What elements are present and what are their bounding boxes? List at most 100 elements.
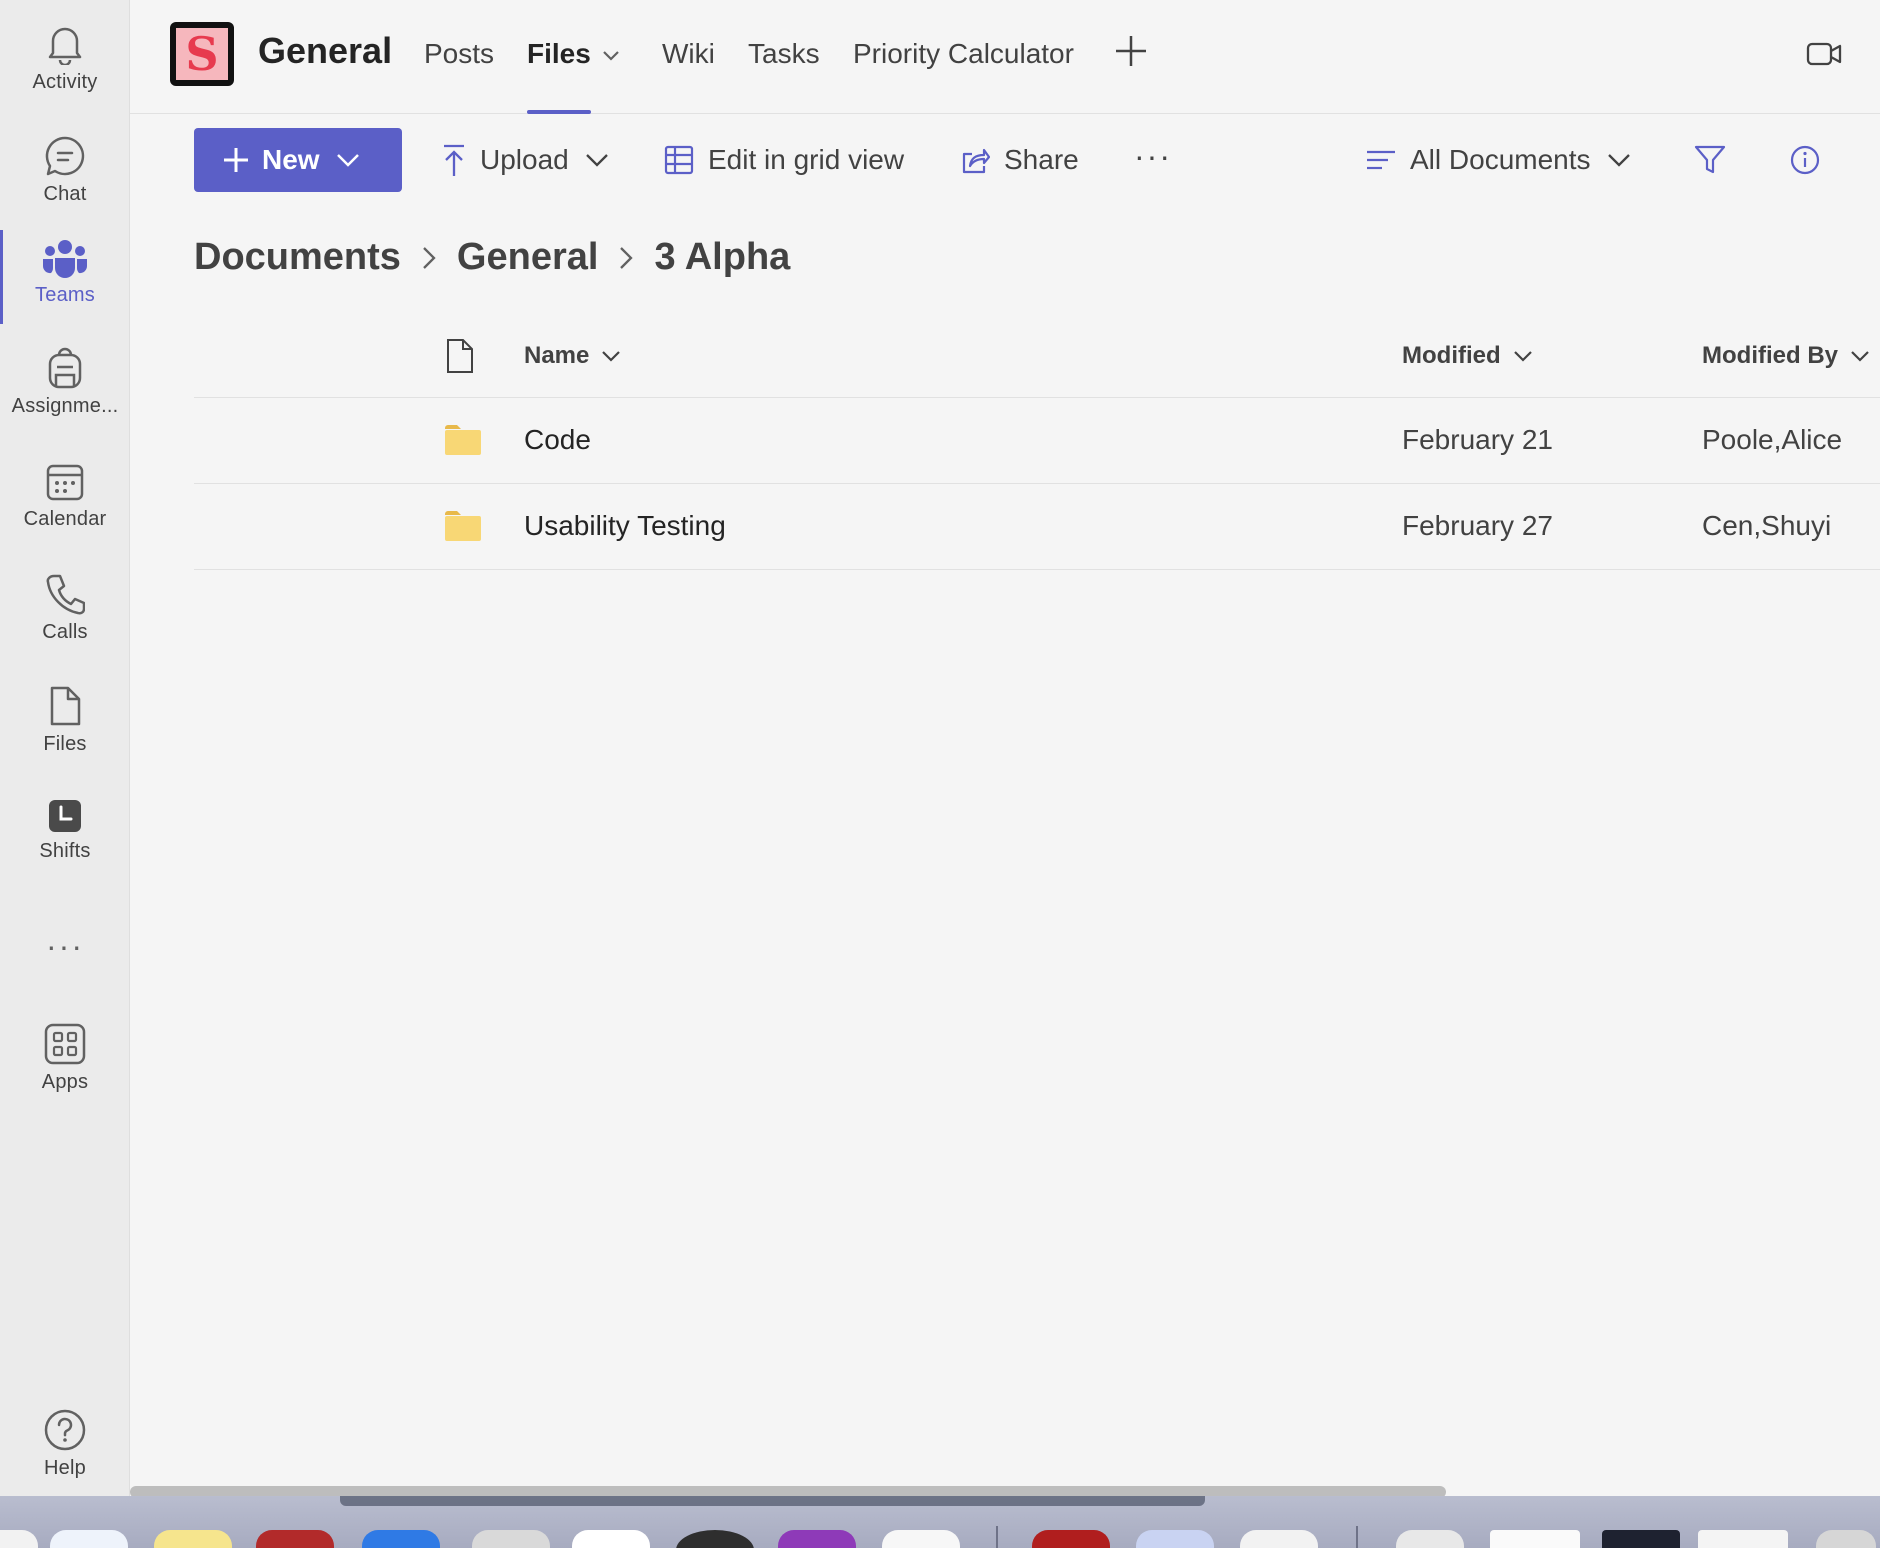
dock-separator (1356, 1526, 1358, 1548)
new-button-label: New (262, 144, 320, 175)
apps-icon (44, 1023, 86, 1064)
chevron-right-icon (620, 246, 634, 269)
rail-item-assignments[interactable]: Assignme... (0, 332, 130, 432)
rail-item-chat[interactable]: Chat (0, 120, 130, 220)
backpack-icon (48, 347, 82, 388)
tab-wiki[interactable]: Wiki (662, 38, 715, 114)
team-logo[interactable]: S (170, 22, 234, 86)
dock-app-icon[interactable] (362, 1530, 440, 1548)
rail-label: Chat (43, 182, 87, 205)
chevron-right-icon (423, 246, 436, 269)
main-area: S General Posts Files Wiki Tasks Priorit… (130, 0, 1880, 1496)
file-table: Name Modified Modified By Code February … (194, 320, 1880, 570)
dock-shelf (340, 1496, 1205, 1506)
rail-item-activity[interactable]: Activity (0, 8, 130, 108)
breadcrumb-item-documents[interactable]: Documents (194, 236, 401, 279)
dock-app-icon[interactable] (1032, 1530, 1110, 1548)
rail-label: Files (43, 732, 87, 755)
chevron-down-icon (585, 154, 608, 167)
dock-window-thumbnail[interactable] (1816, 1530, 1876, 1548)
dock-app-icon[interactable] (154, 1530, 232, 1548)
table-row[interactable]: Code February 21 Poole,Alice (194, 398, 1880, 484)
file-name[interactable]: Usability Testing (524, 510, 726, 542)
plus-icon (224, 148, 248, 172)
rail-item-files[interactable]: Files (0, 670, 130, 770)
rail-item-calendar[interactable]: Calendar (0, 446, 130, 546)
dock-app-icon[interactable] (1240, 1530, 1318, 1548)
upload-button[interactable]: Upload (442, 140, 609, 180)
edit-grid-view-button[interactable]: Edit in grid view (664, 140, 904, 180)
rail-label: Activity (32, 70, 98, 93)
column-header-modified-by[interactable]: Modified By (1702, 342, 1870, 370)
chat-icon (45, 136, 85, 175)
folder-icon (445, 511, 481, 541)
teams-icon (42, 239, 88, 278)
file-type-icon[interactable] (446, 338, 474, 374)
rail-label: Help (44, 1456, 86, 1479)
rail-label: Shifts (39, 839, 91, 862)
tab-priority-calculator[interactable]: Priority Calculator (853, 38, 1074, 114)
folder-icon (445, 425, 481, 455)
dock-window-thumbnail[interactable] (1698, 1530, 1788, 1548)
dock-app-icon[interactable] (572, 1530, 650, 1548)
dock-app-icon[interactable] (882, 1530, 960, 1548)
file-modified: February 21 (1402, 424, 1553, 455)
rail-item-more[interactable]: ··· (0, 896, 130, 996)
file-name[interactable]: Code (524, 424, 591, 456)
tab-files[interactable]: Files (527, 38, 591, 114)
file-modified-by: Poole,Alice (1702, 424, 1843, 455)
dock-app-icon[interactable] (1136, 1530, 1214, 1548)
rail-item-apps[interactable]: Apps (0, 1008, 130, 1108)
dock-app-icon[interactable] (778, 1530, 856, 1548)
calendar-icon (46, 464, 84, 500)
rail-item-shifts[interactable]: Shifts (0, 780, 130, 880)
share-label: Share (1004, 144, 1079, 175)
more-icon: ··· (46, 927, 84, 964)
upload-icon (444, 144, 464, 176)
bell-icon (48, 27, 82, 65)
breadcrumb-item-general[interactable]: General (457, 236, 599, 279)
edit-grid-view-label: Edit in grid view (708, 144, 905, 175)
chevron-down-icon (1607, 154, 1630, 167)
rail-item-teams[interactable]: Teams (0, 222, 130, 324)
video-call-icon[interactable] (1806, 40, 1842, 68)
file-modified: February 27 (1402, 510, 1553, 541)
rail-label: Calls (42, 620, 88, 643)
dock-separator (996, 1526, 998, 1548)
chevron-down-icon[interactable] (602, 50, 620, 62)
phone-icon (46, 574, 85, 614)
chevron-down-icon (1513, 351, 1532, 362)
upload-label: Upload (480, 144, 569, 175)
chevron-down-icon (602, 351, 621, 362)
new-button[interactable]: New (194, 128, 402, 192)
dock-window-thumbnail[interactable] (1396, 1530, 1464, 1548)
tab-posts[interactable]: Posts (424, 38, 494, 114)
add-tab-icon[interactable] (1114, 34, 1148, 68)
breadcrumb-item-current: 3 Alpha (654, 236, 791, 278)
rail-label: Apps (41, 1070, 89, 1093)
table-header: Name Modified Modified By (194, 320, 1880, 398)
active-tab-indicator (527, 110, 591, 114)
dock-app-icon[interactable] (50, 1530, 128, 1548)
dock-window-thumbnail[interactable] (1602, 1530, 1680, 1548)
share-button[interactable]: Share (960, 140, 1079, 180)
dock-window-thumbnail[interactable] (1490, 1530, 1580, 1548)
info-icon[interactable] (1790, 145, 1820, 175)
rail-label: Assignme... (11, 394, 119, 417)
view-selector-label: All Documents (1410, 144, 1591, 175)
dock-app-icon[interactable] (256, 1530, 334, 1548)
dock-app-icon[interactable] (472, 1530, 550, 1548)
rail-item-help[interactable]: Help (0, 1394, 130, 1494)
app-rail: Activity Chat Teams Assignme... Calendar… (0, 0, 130, 1496)
rail-item-calls[interactable]: Calls (0, 558, 130, 658)
chevron-down-icon (336, 154, 359, 167)
tab-tasks[interactable]: Tasks (748, 38, 820, 114)
view-selector[interactable]: All Documents (1366, 140, 1631, 180)
filter-icon[interactable] (1694, 145, 1726, 175)
file-icon (50, 686, 81, 725)
table-row[interactable]: Usability Testing February 27 Cen,Shuyi (194, 484, 1880, 570)
file-modified-by: Cen,Shuyi (1702, 510, 1832, 541)
more-options-button[interactable]: ··· (1134, 136, 1172, 176)
column-header-modified[interactable]: Modified (1402, 342, 1533, 370)
column-header-name[interactable]: Name (524, 342, 621, 370)
